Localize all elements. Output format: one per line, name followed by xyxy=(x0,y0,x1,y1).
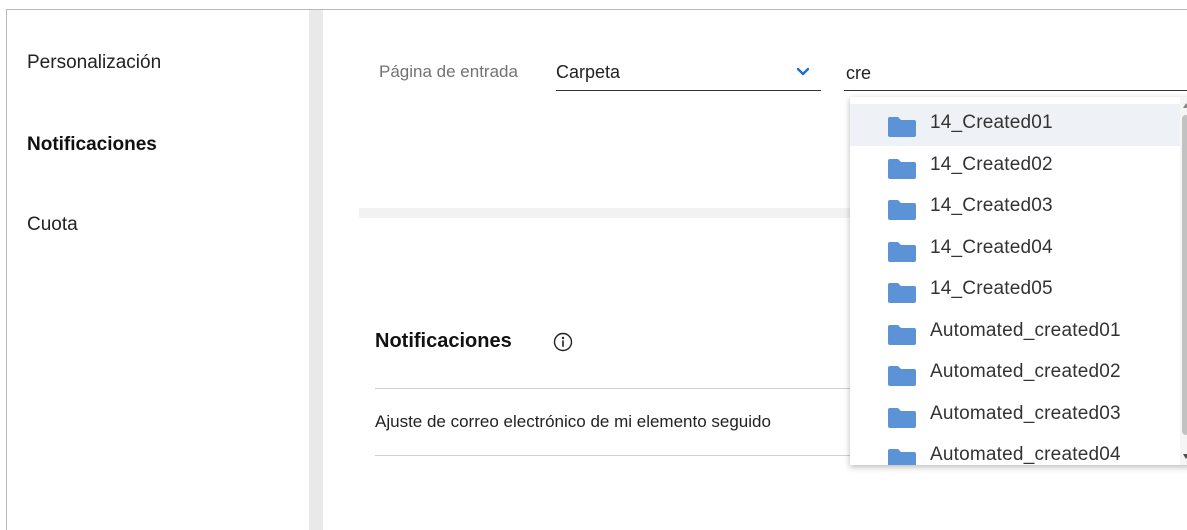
suggestion-label: 14_Created02 xyxy=(930,153,1053,175)
suggestion-label: 14_Created05 xyxy=(930,278,1053,299)
scroll-up-icon[interactable] xyxy=(1183,103,1187,108)
suggestion-list: 14_Created01 14_Created02 14_Created03 1… xyxy=(850,104,1180,465)
suggestion-label: Automated_created01 xyxy=(930,319,1121,341)
suggestion-item[interactable]: Automated_created02 xyxy=(850,353,1180,395)
folder-icon xyxy=(888,241,916,262)
folder-suggestions-dropdown: 14_Created01 14_Created02 14_Created03 1… xyxy=(850,97,1187,465)
sidebar-item-notificaciones[interactable]: Notificaciones xyxy=(27,134,157,156)
suggestion-item[interactable]: 14_Created02 xyxy=(850,146,1180,188)
suggestion-item[interactable]: 14_Created05 xyxy=(850,270,1180,312)
settings-panel: Personalización Notificaciones Cuota Pág… xyxy=(6,9,1187,530)
folder-search-input[interactable] xyxy=(844,56,1187,91)
suggestion-item[interactable]: 14_Created01 xyxy=(850,104,1180,146)
suggestion-label: 14_Created01 xyxy=(930,112,1053,133)
folder-icon xyxy=(888,324,916,345)
entry-page-label: Página de entrada xyxy=(379,62,518,81)
dropdown-scrollbar[interactable] xyxy=(1180,97,1187,465)
folder-icon xyxy=(888,200,916,220)
suggestion-item[interactable]: 14_Created04 xyxy=(850,229,1180,271)
notifications-heading: Notificaciones xyxy=(375,330,512,352)
main-content: Página de entrada Carpeta Notificaciones… xyxy=(323,10,1187,530)
suggestion-item[interactable]: Automated_created01 xyxy=(850,312,1180,354)
sidebar-item-personalizacion[interactable]: Personalización xyxy=(27,52,161,74)
suggestion-label: Automated_created04 xyxy=(930,444,1121,465)
suggestion-item[interactable]: Automated_created03 xyxy=(850,395,1180,437)
scrollbar-thumb[interactable] xyxy=(1182,115,1187,435)
entry-page-select[interactable]: Carpeta xyxy=(556,56,821,91)
suggestion-label: 14_Created04 xyxy=(930,236,1053,258)
folder-icon xyxy=(888,283,916,303)
suggestion-item[interactable]: Automated_created04 xyxy=(850,436,1180,465)
suggestion-label: 14_Created03 xyxy=(930,195,1053,216)
entry-page-select-value: Carpeta xyxy=(556,62,621,82)
folder-icon xyxy=(888,449,916,465)
suggestion-label: Automated_created02 xyxy=(930,361,1121,382)
folder-icon xyxy=(888,407,916,428)
suggestion-label: Automated_created03 xyxy=(930,402,1121,424)
folder-icon xyxy=(888,366,916,386)
suggestion-item[interactable]: 14_Created03 xyxy=(850,187,1180,229)
scroll-down-icon[interactable] xyxy=(1183,454,1187,459)
email-setting-label: Ajuste de correo electrónico de mi eleme… xyxy=(375,412,771,431)
sidebar-divider xyxy=(309,10,323,530)
folder-icon xyxy=(888,158,916,179)
sidebar: Personalización Notificaciones Cuota xyxy=(7,10,309,530)
info-icon[interactable] xyxy=(553,332,573,352)
folder-icon xyxy=(888,117,916,137)
chevron-down-icon xyxy=(795,64,811,80)
sidebar-item-cuota[interactable]: Cuota xyxy=(27,214,78,236)
